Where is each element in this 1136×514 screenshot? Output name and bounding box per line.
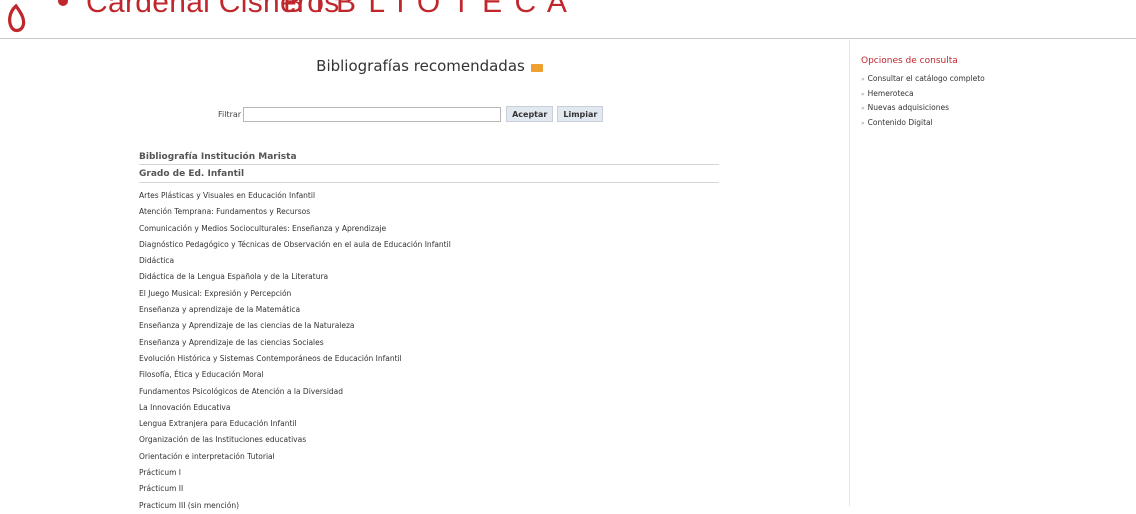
logo-tail-text: B I B L I O T E C A: [283, 0, 569, 19]
page-title-text: Bibliografías recomendadas: [316, 57, 525, 75]
sidebar-item-label: Nuevas adquisiciones: [867, 103, 949, 113]
sidebar-item-hemeroteca[interactable]: » Hemeroteca: [861, 87, 985, 102]
course-link[interactable]: Diagnóstico Pedagógico y Técnicas de Obs…: [139, 237, 451, 253]
sidebar-item-new-acquisitions[interactable]: » Nuevas adquisiciones: [861, 101, 985, 116]
course-link[interactable]: Filosofía, Ética y Educación Moral: [139, 367, 451, 383]
course-link[interactable]: Atención Temprana: Fundamentos y Recurso…: [139, 204, 451, 220]
sidebar-item-label: Hemeroteca: [867, 88, 914, 98]
filter-bar: Filtrar Aceptar Limpiar: [218, 106, 607, 122]
course-link[interactable]: Enseñanza y Aprendizaje de las ciencias …: [139, 318, 451, 334]
course-link[interactable]: Enseñanza y Aprendizaje de las ciencias …: [139, 335, 451, 351]
course-link[interactable]: Enseñanza y aprendizaje de la Matemática: [139, 302, 451, 318]
sidebar-divider: [849, 40, 850, 506]
filter-label: Filtrar: [218, 109, 242, 119]
rss-icon[interactable]: [530, 63, 543, 72]
chevron-right-icon: »: [861, 76, 865, 83]
course-link[interactable]: La Innovación Educativa: [139, 400, 451, 416]
sidebar-item-digital-content[interactable]: » Contenido Digital: [861, 116, 985, 131]
course-link[interactable]: Orientación e interpretación Tutorial: [139, 449, 451, 465]
logo-icon[interactable]: [6, 0, 26, 34]
course-link[interactable]: Prácticum II: [139, 481, 451, 497]
institution-heading: Bibliografía Institución Marista: [139, 152, 297, 162]
section-divider: [139, 182, 719, 183]
sidebar-item-catalog[interactable]: » Consultar el catálogo completo: [861, 72, 985, 87]
header-divider: [0, 38, 1136, 39]
degree-heading: Grado de Ed. Infantil: [139, 169, 245, 179]
section-divider: [139, 164, 719, 165]
logo-dot: [58, 0, 68, 6]
site-header: Cardenal Cisneros B I B L I O T E C A: [0, 0, 1136, 40]
course-link[interactable]: Fundamentos Psicológicos de Atención a l…: [139, 384, 451, 400]
main-content: Bibliografías recomendadas Filtrar Acept…: [0, 40, 849, 510]
course-link[interactable]: Artes Plásticas y Visuales en Educación …: [139, 188, 451, 204]
clear-button[interactable]: Limpiar: [557, 106, 604, 122]
sidebar-list: » Consultar el catálogo completo » Hemerot…: [861, 72, 985, 131]
filter-input[interactable]: [243, 106, 502, 122]
course-link[interactable]: Lengua Extranjera para Educación Infanti…: [139, 416, 451, 432]
accept-button[interactable]: Aceptar: [506, 106, 554, 122]
course-link[interactable]: El Juego Musical: Expresión y Percepción: [139, 286, 451, 302]
course-list: Artes Plásticas y Visuales en Educación …: [139, 188, 451, 514]
page-title: Bibliografías recomendadas: [0, 57, 859, 75]
course-link[interactable]: Prácticum I: [139, 465, 451, 481]
course-link[interactable]: Evolución Histórica y Sistemas Contempor…: [139, 351, 451, 367]
sidebar-item-label: Consultar el catálogo completo: [867, 74, 985, 83]
sidebar: Opciones de consulta » Consultar el catál…: [861, 56, 985, 131]
course-link[interactable]: Comunicación y Medios Socioculturales: E…: [139, 221, 451, 237]
sidebar-title: Opciones de consulta: [861, 56, 958, 66]
chevron-right-icon: »: [861, 120, 865, 128]
sidebar-item-label: Contenido Digital: [867, 118, 933, 128]
chevron-right-icon: »: [861, 105, 865, 113]
course-link[interactable]: Didáctica: [139, 253, 451, 269]
chevron-right-icon: »: [861, 90, 865, 98]
course-link[interactable]: Organización de las Instituciones educat…: [139, 432, 451, 448]
course-link[interactable]: Didáctica de la Lengua Española y de la …: [139, 269, 451, 285]
